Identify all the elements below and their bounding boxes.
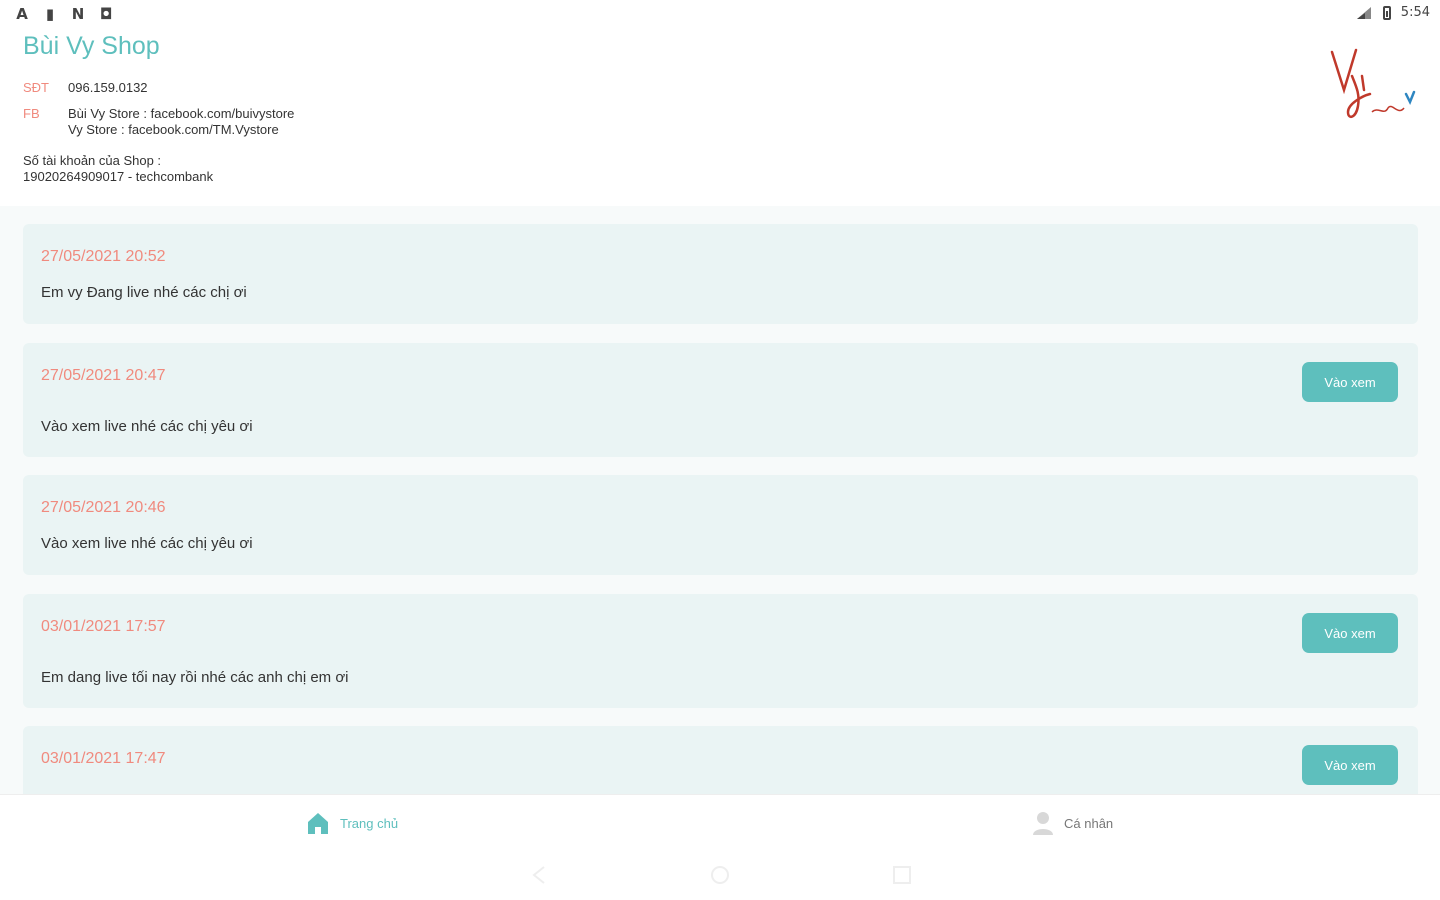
- signal-icon: [1356, 6, 1371, 19]
- feed-item-date: 03/01/2021 17:57: [41, 618, 166, 635]
- feed-item-date: 27/05/2021 20:46: [41, 499, 166, 516]
- shop-name: Bùi Vy Shop: [23, 32, 160, 60]
- watch-live-button[interactable]: Vào xem: [1302, 613, 1398, 653]
- feed-item-date: 03/01/2021 17:47: [41, 750, 166, 767]
- person-icon: [1033, 812, 1053, 835]
- notification-icon-box: ◘: [99, 5, 113, 23]
- status-time: 5:54: [1400, 5, 1430, 20]
- feed-item: 03/01/2021 17:57 Em dang live tối nay rồ…: [23, 594, 1418, 708]
- status-notification-icons: A ▮ N ◘: [14, 5, 114, 23]
- facebook-link-2[interactable]: Vy Store : facebook.com/TM.Vystore: [68, 122, 279, 138]
- status-bar: A ▮ N ◘ 5:54: [0, 0, 1440, 28]
- home-button-icon[interactable]: [710, 865, 730, 885]
- feed-item-message: Em dang live tối nay rồi nhé các anh chị…: [41, 669, 349, 686]
- bank-account-value: 19020264909017 - techcombank: [23, 169, 214, 184]
- shop-header: Bùi Vy Shop SĐT 096.159.0132 FB Bùi Vy S…: [0, 28, 1440, 206]
- bottom-navigation: Trang chủ Cá nhân: [0, 794, 1440, 900]
- system-navigation-bar: [0, 865, 1440, 887]
- facebook-label: FB: [23, 106, 40, 121]
- watch-live-button[interactable]: Vào xem: [1302, 362, 1398, 402]
- nav-home-label: Trang chủ: [340, 815, 399, 831]
- notification-icon-a: A: [16, 5, 28, 23]
- battery-icon: [1382, 5, 1391, 20]
- feed-item: 27/05/2021 20:47 Vào xem live nhé các ch…: [23, 343, 1418, 457]
- bank-account: Số tài khoản của Shop : 19020264909017 -…: [23, 153, 213, 185]
- home-icon: [308, 813, 328, 834]
- feed-item-message: Vào xem live nhé các chị yêu ơi: [41, 418, 253, 435]
- nav-tab-home[interactable]: Trang chủ: [306, 811, 398, 835]
- facebook-link-1[interactable]: Bùi Vy Store : facebook.com/buivystore: [68, 106, 294, 122]
- back-icon[interactable]: [530, 865, 548, 885]
- phone-value[interactable]: 096.159.0132: [68, 80, 148, 96]
- nav-profile-label: Cá nhân: [1064, 815, 1114, 831]
- bank-account-label: Số tài khoản của Shop :: [23, 153, 162, 168]
- feed-item-date: 27/05/2021 20:52: [41, 248, 166, 265]
- notification-icon-n: N: [71, 5, 85, 23]
- status-system-icons: 5:54: [1355, 5, 1430, 20]
- feed-item-message: Em vy Đang live nhé các chị ơi: [41, 284, 247, 301]
- feed-item-message: Vào xem live nhé các chị yêu ơi: [41, 535, 253, 552]
- nav-tab-profile[interactable]: Cá nhân: [1032, 811, 1113, 835]
- feed-item: 27/05/2021 20:46 Vào xem live nhé các ch…: [23, 475, 1418, 575]
- feed-item: 27/05/2021 20:52 Em vy Đang live nhé các…: [23, 224, 1418, 324]
- phone-label: SĐT: [23, 80, 49, 95]
- shop-logo: [1330, 48, 1416, 119]
- feed-item-date: 27/05/2021 20:47: [41, 367, 166, 384]
- watch-live-button[interactable]: Vào xem: [1302, 745, 1398, 785]
- feed-item: 03/01/2021 17:47 Vào xem: [23, 726, 1418, 794]
- recents-icon[interactable]: [892, 865, 912, 885]
- notification-icon-card: ▮: [45, 5, 55, 23]
- notification-feed[interactable]: 27/05/2021 20:52 Em vy Đang live nhé các…: [0, 206, 1440, 794]
